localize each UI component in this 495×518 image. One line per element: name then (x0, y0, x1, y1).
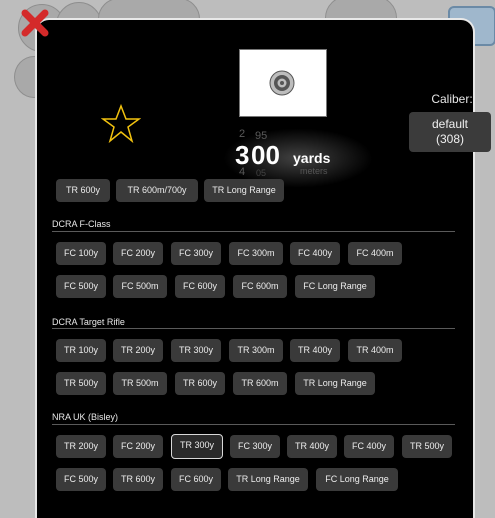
preset-chip[interactable]: TR 600y (175, 372, 225, 395)
preset-chip[interactable]: TR 600y (113, 468, 163, 491)
preset-chip[interactable]: FC 500y (56, 468, 106, 491)
preset-chip[interactable]: FC Long Range (295, 275, 375, 298)
preset-chip[interactable]: TR 300m (229, 339, 283, 362)
preset-chip[interactable]: TR 600y (56, 179, 110, 202)
preset-chip[interactable]: FC 300y (230, 435, 280, 458)
preset-chip[interactable]: TR 600m (233, 372, 287, 395)
target-icon (269, 70, 295, 96)
preset-chip[interactable]: FC 500m (113, 275, 167, 298)
range-selection-dialog: Caliber: default (308) 2 95 3 00 yards m… (35, 18, 491, 518)
preset-chip[interactable]: TR 400y (287, 435, 337, 458)
preset-chip[interactable]: FC 500y (56, 275, 106, 298)
preset-chip[interactable]: FC 200y (113, 435, 163, 458)
distance-value: 00 (251, 140, 280, 170)
section-divider (52, 231, 455, 232)
section-title: DCRA Target Rifle (52, 317, 125, 327)
section-divider (52, 328, 455, 329)
caliber-select-button[interactable]: default (308) (409, 112, 491, 152)
preset-chip[interactable]: FC 400m (348, 242, 402, 265)
caliber-label: Caliber: (431, 92, 473, 106)
section-title: DCRA F-Class (52, 219, 111, 229)
picker-below-tens: 05 (256, 168, 267, 178)
preset-chip[interactable]: TR 600m/700y (116, 179, 198, 202)
preset-chip[interactable]: TR 200y (113, 339, 163, 362)
preset-chip[interactable]: FC 600m (233, 275, 287, 298)
favorite-star-icon[interactable] (100, 103, 142, 149)
preset-chip[interactable]: TR 500y (56, 372, 106, 395)
preset-chip[interactable]: TR Long Range (204, 179, 284, 202)
close-icon (21, 9, 49, 37)
distance-alt-unit: meters (300, 166, 328, 176)
preset-chip[interactable]: TR 500y (402, 435, 452, 458)
preset-chip[interactable]: FC 200y (113, 242, 163, 265)
preset-chip[interactable]: TR 100y (56, 339, 106, 362)
preset-chip[interactable]: TR 500m (113, 372, 167, 395)
caliber-value: default (431, 117, 469, 131)
preset-chip[interactable]: FC 300y (171, 242, 221, 265)
close-button[interactable] (18, 6, 52, 40)
section-title: NRA UK (Bisley) (52, 412, 119, 422)
caliber-value-detail: (308) (435, 132, 464, 146)
preset-chip[interactable]: TR 300y (171, 339, 221, 362)
preset-chip-selected[interactable]: TR 300y (171, 434, 223, 459)
picker-above-hundreds: 2 (239, 128, 246, 140)
preset-chip[interactable]: FC 100y (56, 242, 106, 265)
target-preview[interactable] (239, 49, 327, 117)
preset-chip[interactable]: TR 200y (56, 435, 106, 458)
picker-below-hundreds: 4 (239, 166, 246, 178)
distance-unit: yards (293, 150, 331, 166)
preset-chip[interactable]: TR 400y (290, 339, 340, 362)
preset-chip[interactable]: FC 600y (175, 275, 225, 298)
preset-chip[interactable]: FC 400y (290, 242, 340, 265)
section-divider (52, 424, 455, 425)
preset-chip[interactable]: FC 600y (171, 468, 221, 491)
preset-chip[interactable]: FC Long Range (316, 468, 398, 491)
preset-chip[interactable]: FC 300m (229, 242, 283, 265)
preset-chip[interactable]: TR Long Range (295, 372, 375, 395)
preset-chip[interactable]: TR Long Range (228, 468, 308, 491)
preset-chip[interactable]: FC 400y (344, 435, 394, 458)
preset-chip[interactable]: TR 400m (348, 339, 402, 362)
